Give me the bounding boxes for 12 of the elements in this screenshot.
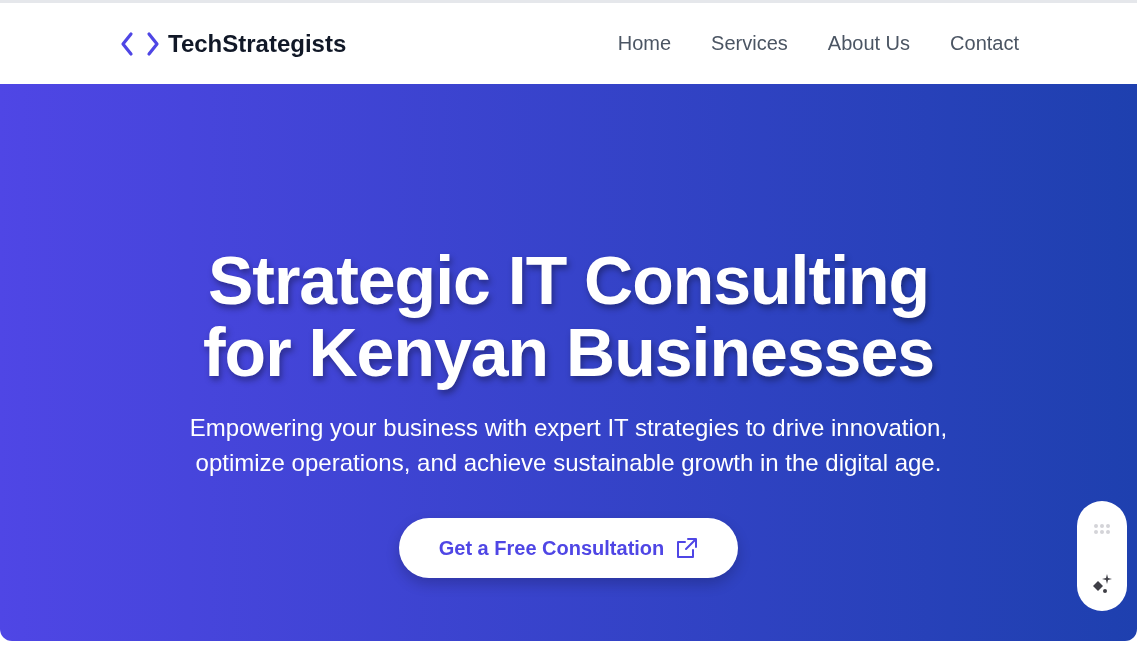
drag-handle-icon[interactable] — [1093, 523, 1111, 535]
nav-link[interactable]: Contact — [950, 32, 1019, 55]
brand-name[interactable]: TechStrategists — [168, 29, 347, 58]
sparkle-icon[interactable] — [1091, 573, 1113, 595]
hero-subtitle: Empowering your business with expert IT strategies to drive innovation, optimize operations, and achieve sustainable growth in the digital age. — [189, 413, 948, 478]
nav-link[interactable]: Services — [711, 32, 788, 55]
hero-title: Strategic IT Consulting for Kenyan Businesses — [202, 244, 935, 388]
nav-link[interactable]: About Us — [827, 32, 911, 55]
code-brackets-icon — [120, 30, 160, 57]
consultation-button[interactable]: Get a Free Consultation — [398, 518, 739, 578]
nav-link[interactable]: Home — [617, 32, 672, 55]
external-link-icon — [676, 537, 699, 559]
